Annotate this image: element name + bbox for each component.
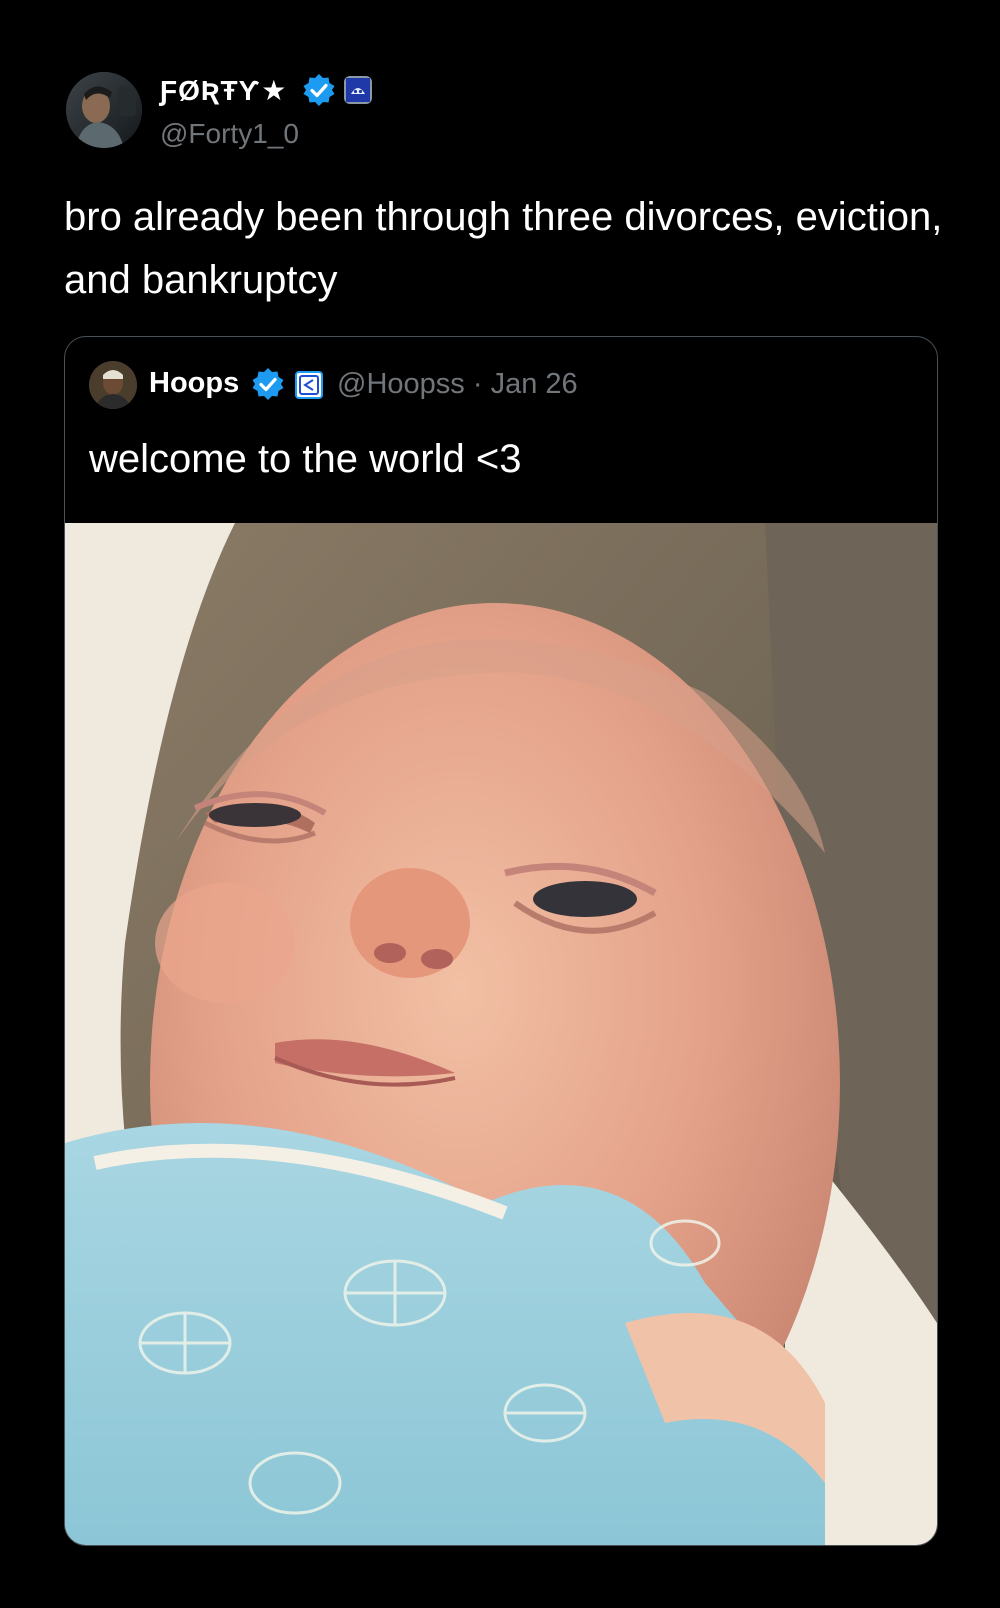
- quoted-date[interactable]: Jan 26: [491, 368, 578, 400]
- tweet-text: bro already been through three divorces,…: [64, 195, 943, 302]
- tweet: ƑØƦŦƳ★ @Forty1_0 bro already been throug…: [0, 0, 1000, 1608]
- affiliate-badge-icon[interactable]: [295, 371, 323, 399]
- quoted-author-display-name[interactable]: Hoops: [149, 367, 239, 400]
- quoted-author-handle[interactable]: @Hoopss: [337, 368, 465, 400]
- author-handle[interactable]: @Forty1_0: [160, 118, 299, 150]
- quoted-media-photo[interactable]: [65, 523, 937, 1545]
- quoted-tweet-card[interactable]: Hoops @Hoopss · Jan 26 welcome to the wo…: [64, 336, 938, 1546]
- quoted-meta: @Hoopss · Jan 26: [337, 368, 578, 401]
- quoted-tweet-text: welcome to the world <3: [89, 437, 522, 481]
- quoted-author-avatar[interactable]: [89, 361, 137, 409]
- author-avatar[interactable]: [66, 72, 142, 148]
- affiliate-badge-icon[interactable]: [344, 76, 372, 104]
- meta-separator: ·: [472, 368, 483, 400]
- verified-check-icon: [252, 368, 284, 400]
- verified-check-icon: [303, 74, 335, 106]
- author-display-name[interactable]: ƑØƦŦƳ★: [160, 74, 287, 107]
